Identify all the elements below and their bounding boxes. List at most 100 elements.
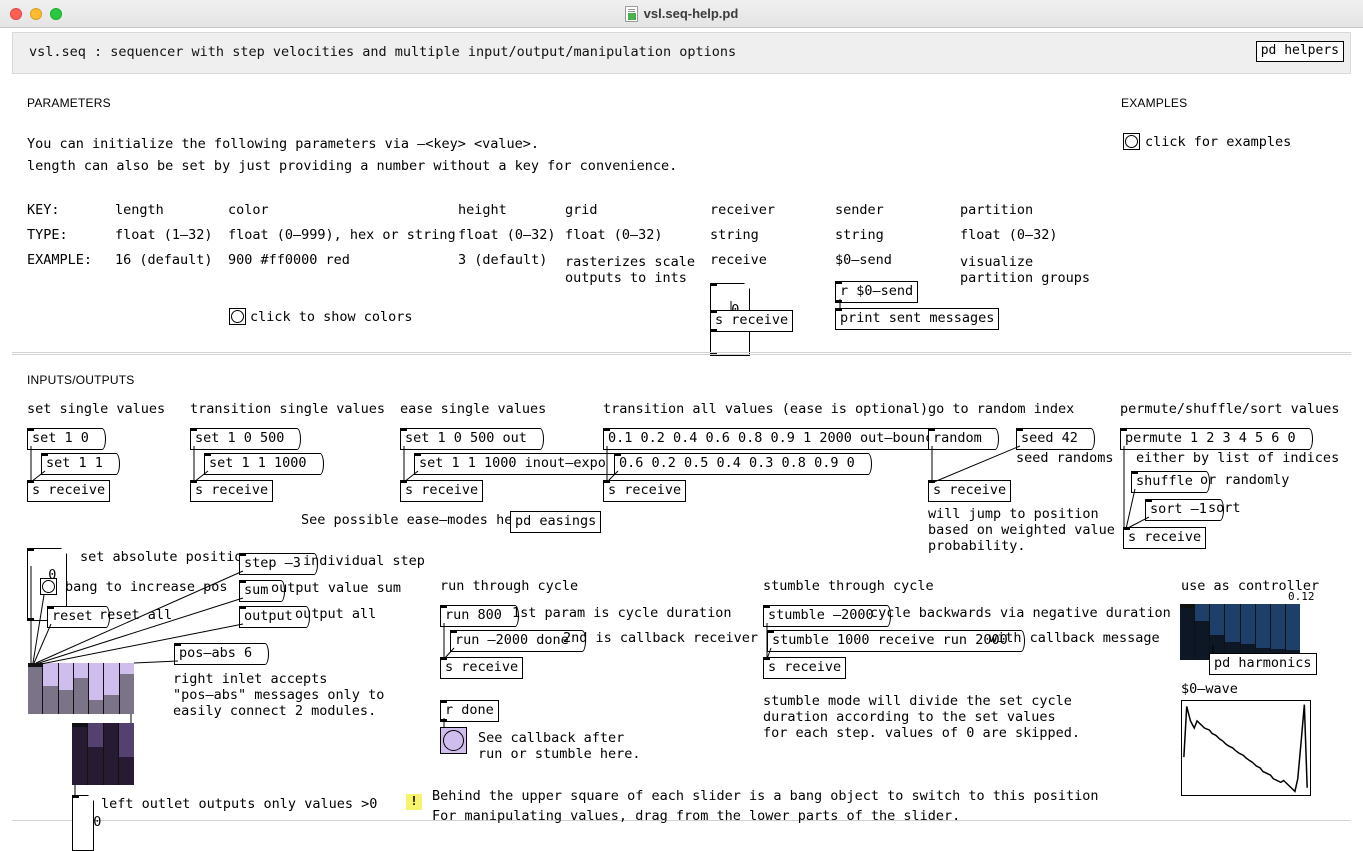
run-done-label: 2nd is callback receiver	[563, 630, 759, 646]
vsl-seq-secondary[interactable]	[72, 723, 134, 785]
msg-run-800[interactable]: run 800	[440, 605, 519, 627]
msg-stumble-callback[interactable]: stumble 1000 receive run 2000	[767, 630, 1025, 652]
seq-step-fill	[119, 674, 134, 714]
examples-bang[interactable]	[1123, 133, 1140, 150]
seq-step[interactable]	[1210, 604, 1226, 660]
row-label-type: TYPE:	[27, 227, 68, 243]
seq-step[interactable]	[119, 663, 134, 714]
msg-set-1-1-1000[interactable]: set 1 1 1000	[204, 453, 324, 475]
seq-step-fill	[87, 746, 103, 785]
msg-seed-42[interactable]: seed 42	[1016, 428, 1095, 450]
msg-sort[interactable]: sort –1	[1145, 499, 1224, 521]
param-type-length: float (1–32)	[115, 227, 213, 243]
stumble-callback-label: with callback message	[989, 630, 1160, 646]
pd-easings-button[interactable]: pd easings	[510, 511, 602, 533]
wave-display	[1181, 700, 1311, 796]
footer-line2: For manipulating values, drag from the l…	[432, 808, 961, 824]
obj-s-receive-random[interactable]: s receive	[928, 480, 1012, 502]
seq-step[interactable]	[119, 723, 134, 785]
row-label-example: EXAMPLE:	[27, 252, 93, 268]
run-label: 1st param is cycle duration	[512, 605, 732, 621]
numbox-corner-icon	[61, 548, 67, 554]
sum-label: output value sum	[271, 580, 402, 596]
bang-circle-icon	[1125, 135, 1138, 148]
increase-pos-bang[interactable]	[40, 578, 57, 595]
io-group-title-transition-all: transition all values (ease is optional)	[603, 401, 929, 417]
obj-s-receive-transition-all[interactable]: s receive	[603, 480, 687, 502]
msg-transition-all-2[interactable]: 0.6 0.2 0.5 0.4 0.3 0.8 0.9 0	[614, 453, 872, 475]
obj-s-receive-permute[interactable]: s receive	[1123, 527, 1207, 549]
msg-output[interactable]: output	[239, 606, 310, 628]
callback-bang[interactable]	[440, 727, 467, 754]
maximize-button[interactable]	[50, 8, 62, 20]
seq-step[interactable]	[104, 663, 120, 714]
msg-shuffle[interactable]: shuffle	[1131, 471, 1210, 493]
pd-helpers-button[interactable]: pd helpers	[1255, 41, 1344, 62]
vsl-seq-main[interactable]	[28, 663, 134, 714]
show-colors-bang[interactable]	[229, 308, 246, 325]
seq-step-bang[interactable]	[72, 723, 87, 727]
msg-transition-all-1[interactable]: 0.1 0.2 0.4 0.6 0.8 0.9 1 2000 out–bounc…	[603, 428, 959, 450]
seq-step-bang[interactable]	[28, 663, 43, 667]
obj-s-receive-transition[interactable]: s receive	[190, 480, 274, 502]
reset-label: reset all	[99, 607, 173, 623]
close-button[interactable]	[10, 8, 22, 20]
footer-line1: Behind the upper square of each slider i…	[432, 788, 1099, 804]
msg-permute[interactable]: permute 1 2 3 4 5 6 0	[1120, 428, 1313, 450]
obj-s-receive-set[interactable]: s receive	[27, 480, 111, 502]
seq-step[interactable]	[1255, 604, 1271, 660]
msg-set-1-0-500-out[interactable]: set 1 0 500 out	[400, 428, 544, 450]
bang-circle-icon	[443, 730, 464, 751]
msg-pos-abs[interactable]: pos–abs 6	[174, 643, 270, 665]
msg-stumble[interactable]: stumble –2000	[763, 605, 891, 627]
seq-step[interactable]	[1180, 604, 1196, 660]
msg-reset[interactable]: reset	[47, 606, 110, 628]
param-type-color: float (0–999), hex or string	[228, 227, 456, 243]
msg-step[interactable]: step –3	[239, 553, 318, 575]
seq-step[interactable]	[73, 663, 90, 714]
seq-step[interactable]	[58, 663, 74, 714]
obj-s-receive-run[interactable]: s receive	[440, 657, 524, 679]
position-numbox-label: set absolute position	[80, 549, 251, 565]
pd-harmonics-button[interactable]: pd harmonics	[1209, 653, 1317, 675]
msg-set-1-0[interactable]: set 1 0	[27, 428, 106, 450]
io-group-title-set: set single values	[27, 401, 166, 417]
obj-s-receive-stumble[interactable]: s receive	[763, 657, 847, 679]
obj-print-sent-messages[interactable]: print sent messages	[835, 308, 1000, 330]
seq-step[interactable]	[72, 723, 88, 785]
msg-set-1-0-500[interactable]: set 1 0 500	[190, 428, 302, 450]
seq-step-fill	[103, 723, 119, 785]
run-title: run through cycle	[440, 578, 579, 594]
wave-plot	[1183, 704, 1308, 793]
seq-step-fill	[28, 666, 43, 714]
vsl-seq-controller[interactable]	[1180, 604, 1300, 660]
patch-header: vsl.seq : sequencer with step velocities…	[12, 32, 1351, 74]
param-type-height: float (0–32)	[458, 227, 556, 243]
msg-set-1-1-1000-inout-expo[interactable]: set 1 1 1000 inout–expo	[414, 453, 623, 475]
obj-s-receive-param[interactable]: s receive	[710, 310, 794, 332]
ease-note-label: See possible ease–modes here:	[301, 512, 537, 528]
seq-step[interactable]	[1195, 604, 1211, 660]
output-label: output all	[295, 606, 377, 622]
seq-step[interactable]	[1225, 604, 1241, 660]
seq-step[interactable]	[43, 663, 59, 714]
param-example-height: 3 (default)	[458, 252, 548, 268]
seq-step[interactable]	[89, 663, 105, 714]
seq-step[interactable]	[28, 663, 44, 714]
seq-step[interactable]	[1270, 604, 1286, 660]
obj-r-done[interactable]: r done	[440, 700, 499, 722]
msg-random[interactable]: random	[928, 428, 999, 450]
seq-step-bang[interactable]	[1180, 604, 1195, 608]
minimize-button[interactable]	[30, 8, 42, 20]
msg-set-1-1[interactable]: set 1 1	[41, 453, 120, 475]
divider-top-2	[12, 354, 1351, 355]
window-controls[interactable]	[10, 0, 62, 28]
obj-s-receive-ease[interactable]: s receive	[400, 480, 484, 502]
seq-step[interactable]	[103, 723, 120, 785]
stumble-note: stumble mode will divide the set cycle d…	[763, 693, 1080, 741]
seq-step[interactable]	[87, 723, 104, 785]
seq-step[interactable]	[1240, 604, 1256, 660]
msg-run-done[interactable]: run –2000 done	[450, 630, 586, 652]
seq-step[interactable]	[1285, 604, 1300, 660]
obj-r-0-send[interactable]: r $0–send	[835, 281, 919, 303]
